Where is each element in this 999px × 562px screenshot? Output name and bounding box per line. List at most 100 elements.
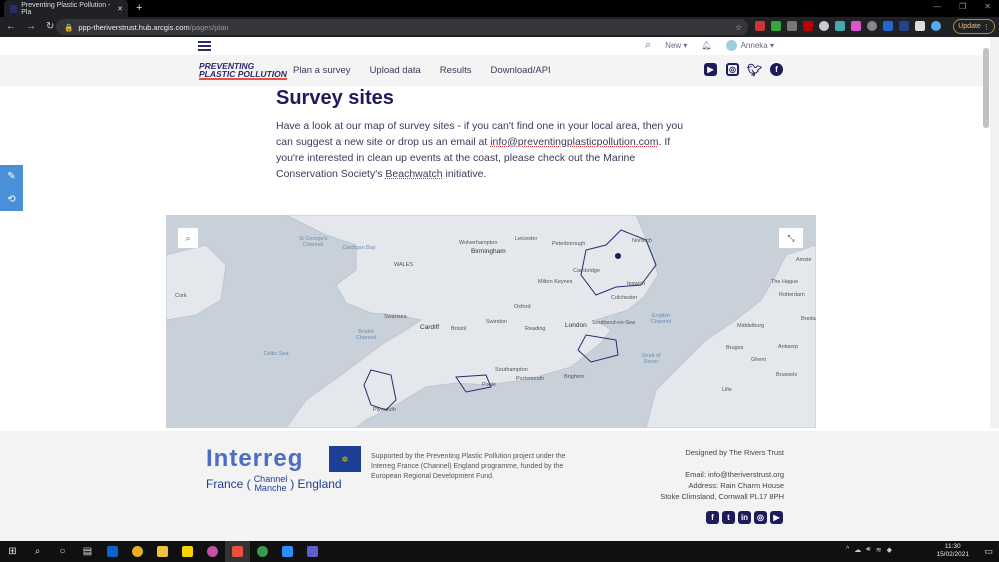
youtube-icon[interactable]: ▶	[704, 63, 717, 76]
nav-download-api[interactable]: Download/API	[490, 65, 550, 76]
hamburger-menu-icon[interactable]	[198, 41, 211, 51]
map-label: Antwerp	[778, 344, 799, 350]
extension-icon[interactable]	[755, 21, 765, 31]
outlook-icon[interactable]	[100, 541, 125, 562]
map-label: Milton Keynes	[538, 279, 573, 285]
clock[interactable]: 11:30 15/02/2021	[936, 543, 969, 559]
system-tray: ^ ☁ 🔊︎ ≋ ◆	[846, 546, 892, 554]
cortana-icon[interactable]: ○	[50, 541, 75, 562]
twitter-icon[interactable]: t	[722, 511, 735, 524]
notifications-icon[interactable]: ▭	[984, 546, 993, 557]
beachwatch-link[interactable]: Beachwatch	[385, 168, 442, 180]
browser-tab[interactable]: Preventing Plastic Pollution - Pla ✕	[4, 0, 128, 17]
map-label: Reading	[525, 326, 546, 332]
puzzle-icon[interactable]	[915, 21, 925, 31]
map-label: Bristol Channel	[355, 329, 377, 341]
favicon-icon	[10, 4, 18, 13]
extension-icon[interactable]	[867, 21, 877, 31]
chrome-icon[interactable]	[250, 541, 275, 562]
map-label: Poole	[482, 382, 497, 388]
extension-icon[interactable]	[787, 21, 797, 31]
user-menu[interactable]: Anneka ▾	[725, 40, 774, 51]
dropbox-icon[interactable]: ◆	[887, 546, 892, 554]
close-window-icon[interactable]: ✕	[984, 2, 991, 11]
extension-icon[interactable]	[819, 21, 829, 31]
map-label: Cardiff	[420, 324, 440, 331]
instagram-icon[interactable]: ◎	[754, 511, 767, 524]
extension-icon[interactable]	[851, 21, 861, 31]
new-tab-button[interactable]: +	[136, 2, 142, 14]
task-view-icon[interactable]: ▤	[75, 541, 100, 562]
map-label: Middelburg	[737, 323, 765, 329]
onedrive-icon[interactable]: ☁	[854, 546, 861, 554]
site-logo[interactable]: PREVENTING PLASTIC POLLUTION	[199, 62, 287, 80]
nav-results[interactable]: Results	[440, 65, 472, 76]
update-label: Update	[958, 23, 981, 30]
reload-icon[interactable]: ↻	[46, 21, 54, 32]
search-icon[interactable]: ⌕	[645, 39, 651, 52]
youtube-icon[interactable]: ▶	[770, 511, 783, 524]
map-label: St George's Channel	[298, 236, 328, 248]
profile-icon[interactable]	[931, 21, 941, 31]
back-icon[interactable]: ←	[6, 21, 16, 32]
page-scrollbar[interactable]	[990, 37, 999, 428]
linkedin-icon[interactable]: in	[738, 511, 751, 524]
address-bar[interactable]: 🔒 ppp-theriverstrust.hub.arcgis.com/pages…	[56, 19, 748, 35]
bookmark-star-icon[interactable]: ☆	[735, 23, 742, 32]
teams-icon[interactable]	[300, 541, 325, 562]
nav-upload-data[interactable]: Upload data	[370, 65, 421, 76]
search-icon[interactable]: ⌕	[25, 541, 50, 562]
email-link[interactable]: info@preventingplasticpollution.com	[490, 136, 658, 148]
feedback-icon[interactable]: ⟲	[7, 194, 15, 205]
map-search-button[interactable]: ⌕	[178, 228, 198, 248]
window-controls: — ❐ ✕	[933, 2, 991, 11]
map-fullscreen-button[interactable]: ⤡	[779, 228, 803, 248]
active-app-icon[interactable]	[225, 541, 250, 562]
url-host: ppp-theriverstrust.hub.arcgis.com	[78, 22, 190, 32]
new-label: New	[665, 41, 682, 50]
map-label: Plymouth	[373, 407, 396, 413]
close-tab-icon[interactable]: ✕	[117, 5, 123, 13]
facebook-icon[interactable]: f	[706, 511, 719, 524]
map-label: Strait of Dover	[641, 353, 661, 365]
twitter-icon[interactable]: 🐦︎	[747, 63, 762, 77]
zoom-icon[interactable]	[275, 541, 300, 562]
minimize-icon[interactable]: —	[933, 2, 941, 11]
logo-line2: PLASTIC POLLUTION	[199, 69, 287, 80]
map-label: The Hague	[771, 279, 799, 285]
scrollbar-thumb[interactable]	[983, 48, 989, 128]
footer-email[interactable]: Email: info@theriverstrust.org	[660, 469, 784, 480]
sticky-notes-icon[interactable]	[175, 541, 200, 562]
map-label: Portsmouth	[516, 376, 545, 382]
app-icon[interactable]	[200, 541, 225, 562]
extension-icon[interactable]	[883, 21, 893, 31]
wifi-icon[interactable]: ≋	[876, 546, 882, 554]
extension-icon[interactable]	[771, 21, 781, 31]
social-links: ▶ ◎ 🐦︎ f	[704, 63, 783, 77]
map-label: London	[565, 322, 587, 329]
extension-icon[interactable]	[835, 21, 845, 31]
app-icon[interactable]	[125, 541, 150, 562]
notifications-bell-icon[interactable]: 🔔︎	[701, 41, 711, 50]
site-menu: Plan a survey Upload data Results Downlo…	[293, 65, 551, 76]
nav-plan-a-survey[interactable]: Plan a survey	[293, 65, 351, 76]
extension-icon[interactable]	[899, 21, 909, 31]
map-label: Breda	[801, 316, 816, 322]
new-dropdown[interactable]: New ▾	[665, 41, 687, 50]
start-icon[interactable]: ⊞	[0, 541, 25, 562]
forward-icon[interactable]: →	[26, 21, 36, 32]
survey-site-marker	[615, 253, 621, 259]
edit-pencil-icon[interactable]: ✎	[7, 171, 15, 182]
instagram-icon[interactable]: ◎	[726, 63, 739, 76]
maximize-icon[interactable]: ❐	[959, 2, 966, 11]
map-label: Brussels	[776, 372, 798, 378]
extension-icon[interactable]	[803, 21, 813, 31]
facebook-icon[interactable]: f	[770, 63, 783, 76]
file-explorer-icon[interactable]	[150, 541, 175, 562]
map-label: Southend-on-Sea	[592, 320, 636, 326]
volume-icon[interactable]: 🔊︎	[866, 546, 870, 554]
survey-sites-map[interactable]: Leicester Wolverhampton Birmingham Peterbor…	[166, 215, 816, 428]
map-label: Bristol	[451, 326, 467, 332]
tray-chevron-icon[interactable]: ^	[846, 546, 849, 554]
update-button[interactable]: Update ⋮	[953, 19, 995, 34]
